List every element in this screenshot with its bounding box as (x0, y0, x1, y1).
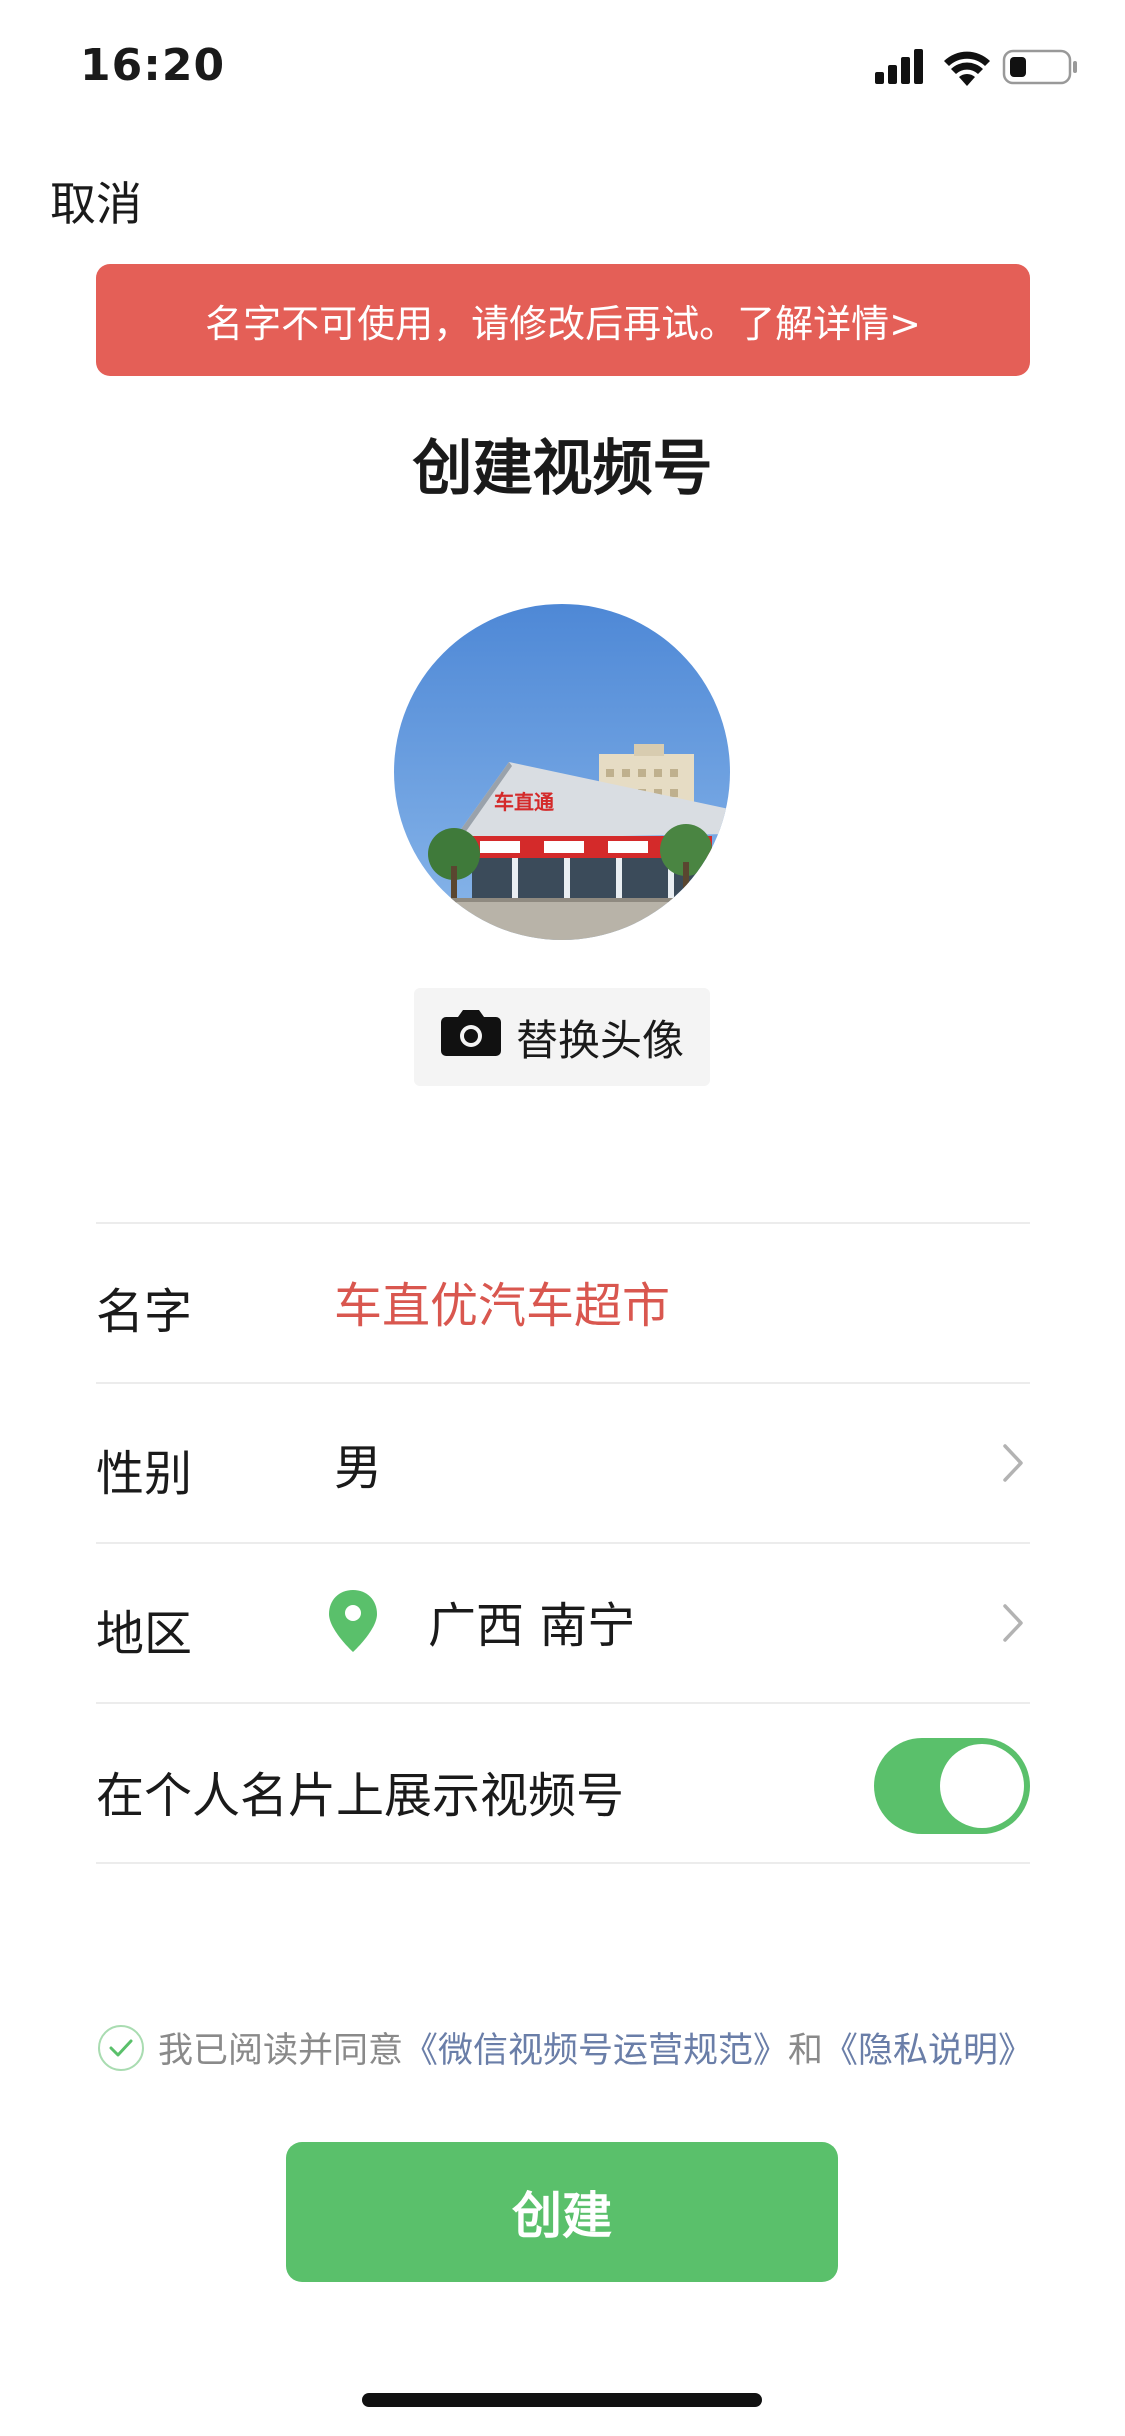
avatar[interactable]: 车直通 (394, 604, 730, 940)
wifi-icon (944, 51, 990, 86)
camera-icon (440, 1007, 502, 1067)
agreement-checkbox[interactable] (98, 2024, 144, 2071)
divider (96, 1222, 1030, 1224)
chevron-right-icon[interactable] (1001, 1602, 1025, 1648)
region-value[interactable]: 广西 南宁 (428, 1586, 635, 1656)
status-time: 16:20 (80, 40, 226, 91)
create-button[interactable]: 创建 (286, 2142, 838, 2282)
building-sign-text: 车直通 (494, 790, 554, 814)
page-title: 创建视频号 (412, 434, 713, 504)
cancel-button[interactable]: 取消 (50, 168, 142, 234)
error-banner-text: 名字不可使用，请修改后再试。了解详情> (205, 301, 921, 346)
show-on-card-label: 在个人名片上展示视频号 (96, 1768, 625, 1824)
name-label: 名字 (96, 1284, 193, 1340)
location-pin-icon (326, 1588, 380, 1658)
gender-value[interactable]: 男 (334, 1428, 382, 1498)
battery-icon (1002, 49, 1077, 85)
agreement-middle: 和 (788, 2031, 824, 2071)
show-on-card-toggle[interactable] (874, 1738, 1030, 1834)
status-icons (875, 44, 1085, 94)
region-label: 地区 (96, 1606, 193, 1662)
create-channel-screen: 16:20 取消 名字不可使用，请修改后再试。了解详情> 创建视频号 车直通 替… (0, 0, 1125, 2436)
signal-icon (875, 49, 923, 84)
agreement-prefix: 我已阅读并同意 (158, 2031, 404, 2071)
replace-avatar-label: 替换头像 (515, 1015, 684, 1065)
divider (96, 1542, 1030, 1544)
name-input[interactable]: 车直优汽车超市 (334, 1266, 670, 1336)
divider (96, 1382, 1030, 1384)
privacy-link[interactable]: 《隐私说明》 (823, 2031, 1033, 2071)
chevron-right-icon[interactable] (1001, 1442, 1025, 1488)
check-icon (109, 2039, 133, 2056)
gender-label: 性别 (96, 1446, 193, 1502)
error-banner[interactable]: 名字不可使用，请修改后再试。了解详情> (96, 264, 1030, 376)
toggle-knob (940, 1744, 1024, 1828)
divider (96, 1702, 1030, 1704)
home-indicator[interactable] (362, 2393, 762, 2407)
divider (96, 1862, 1030, 1864)
operation-rules-link[interactable]: 《微信视频号运营规范》 (403, 2031, 788, 2071)
replace-avatar-button[interactable]: 替换头像 (414, 988, 710, 1086)
agreement: 我已阅读并同意《微信视频号运营规范》和《隐私说明》 (98, 2022, 1033, 2073)
